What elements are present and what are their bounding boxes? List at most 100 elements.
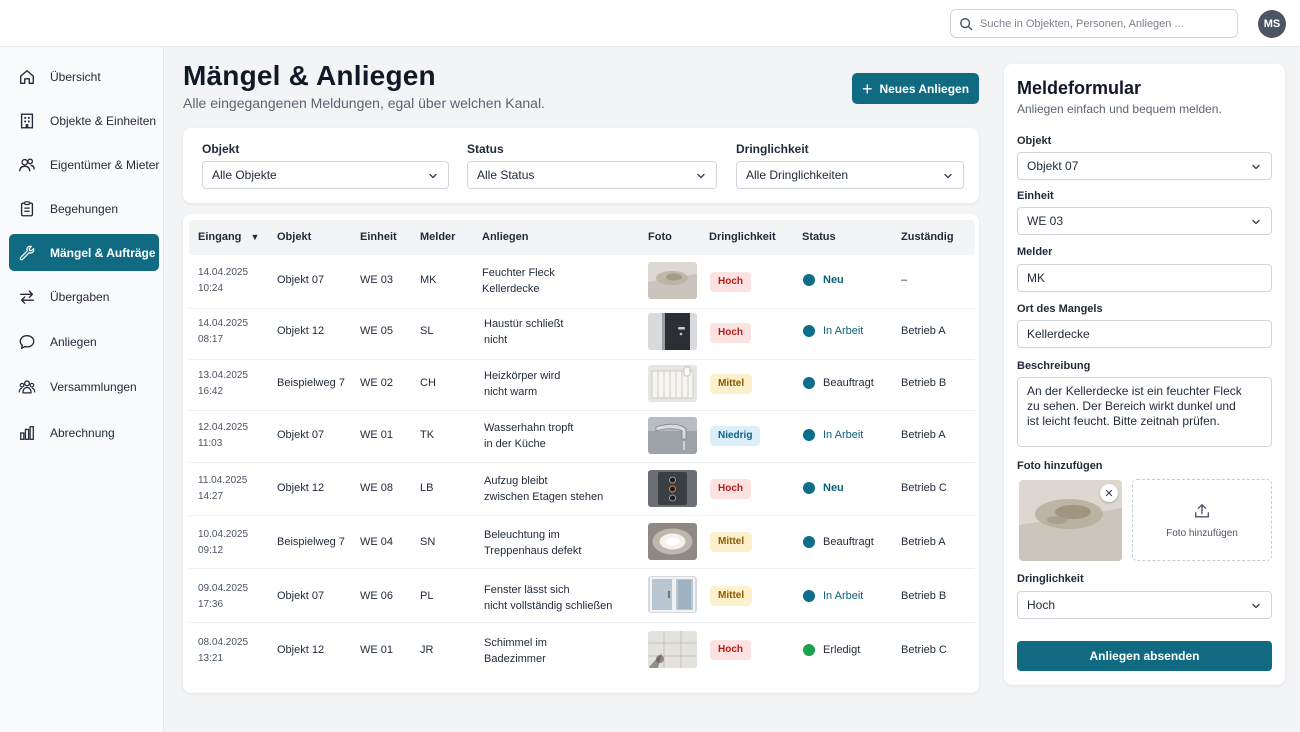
row-photo-damp-ceiling[interactable] — [648, 262, 697, 299]
sidebar-item-label: Versammlungen — [50, 379, 137, 394]
sidebar-item-objekte[interactable]: Objekte & Einheiten — [9, 102, 159, 139]
plus-icon: + — [861, 78, 873, 99]
table-row[interactable]: 14.04.2025 08:17 Objekt 12 WE 05 SL Haust… — [189, 307, 975, 360]
row-photo-mold[interactable] — [648, 631, 697, 668]
row-date: 12.04.2025 11:03 — [198, 422, 249, 449]
new-anliegen-button[interactable]: + Neues Anliegen — [852, 73, 979, 104]
row-zustaendig: Betrieb A — [901, 429, 946, 441]
row-objekt: Objekt 07 — [277, 429, 325, 441]
chevron-down-icon — [1252, 219, 1260, 225]
photo-upload-dropzone[interactable]: Foto hinzufügen — [1132, 479, 1272, 561]
row-photo-window[interactable] — [648, 576, 697, 613]
column-header-objekt: Objekt — [277, 231, 312, 243]
sidebar-item-label: Abrechnung — [50, 425, 115, 440]
row-photo-lamp[interactable] — [648, 523, 697, 560]
status-dot — [803, 482, 815, 494]
form-einheit-value: WE 03 — [1027, 214, 1064, 228]
row-melder: PL — [420, 590, 434, 602]
sidebar-item-uebersicht[interactable]: Übersicht — [9, 58, 159, 95]
row-zustaendig: Betrieb A — [901, 325, 946, 337]
search-box[interactable] — [950, 9, 1238, 38]
row-date: 10.04.2025 09:12 — [198, 529, 249, 556]
form-ort-label: Ort des Mangels — [1017, 303, 1103, 315]
status-indicator: Neu — [803, 482, 844, 494]
sidebar-item-maengel[interactable]: Mängel & Aufträge — [9, 234, 159, 271]
row-photo-door[interactable] — [648, 313, 697, 350]
form-melder-field[interactable]: MK — [1017, 264, 1272, 292]
form-dringlichkeit-label: Dringlichkeit — [1017, 573, 1084, 585]
filter-status-label: Status — [467, 142, 504, 156]
table-row[interactable]: 11.04.2025 14:27 Objekt 12 WE 08 LB Aufzu… — [189, 463, 975, 516]
row-photo-elevator[interactable] — [648, 470, 697, 507]
column-header-anliegen: Anliegen — [482, 231, 529, 243]
sort-desc-icon: ▼ — [250, 232, 260, 242]
sidebar-item-uebergaben[interactable]: Übergaben — [9, 278, 159, 315]
form-beschreibung-label: Beschreibung — [1017, 360, 1091, 372]
sidebar-item-anliegen[interactable]: Anliegen — [9, 323, 159, 360]
bar-chart-icon — [20, 425, 34, 440]
page-title: Mängel & Anliegen — [183, 60, 436, 91]
sidebar-item-abrechnung[interactable]: Abrechnung — [9, 414, 159, 451]
row-anliegen: Wasserhahn tropft in der Küche — [484, 422, 574, 450]
users-icon — [19, 157, 35, 171]
filter-objekt-select[interactable]: Alle Objekte — [202, 161, 449, 189]
row-einheit: WE 03 — [360, 274, 394, 286]
search-input[interactable] — [980, 17, 1220, 30]
filter-status-select[interactable]: Alle Status — [467, 161, 717, 189]
form-ort-field[interactable]: Kellerdecke — [1017, 320, 1272, 348]
row-photo-faucet[interactable] — [648, 417, 697, 454]
form-einheit-label: Einheit — [1017, 190, 1054, 202]
chevron-down-icon — [1252, 603, 1260, 609]
table-row[interactable]: 09.04.2025 17:36 Objekt 07 WE 06 PL Fenst… — [189, 570, 975, 623]
urgency-badge: Hoch — [710, 640, 751, 660]
form-ort-value: Kellerdecke — [1027, 327, 1090, 341]
form-melder-value: MK — [1027, 271, 1045, 285]
table-row[interactable]: 08.04.2025 13:21 Objekt 12 WE 01 JR Schim… — [189, 624, 975, 677]
column-header-foto: Foto — [648, 231, 672, 243]
column-header-zustaendig: Zuständig — [901, 231, 954, 243]
submit-anliegen-button[interactable]: Anliegen absenden — [1017, 641, 1272, 671]
column-header-eingang[interactable]: Eingang ▼ — [198, 220, 259, 255]
status-indicator: In Arbeit — [803, 325, 863, 337]
row-anliegen: Heizkörper wird nicht warm — [484, 370, 561, 398]
upload-icon — [1195, 503, 1209, 518]
filter-dringlichkeit-select[interactable]: Alle Dringlichkeiten — [736, 161, 964, 189]
avatar[interactable]: MS — [1258, 10, 1286, 38]
status-dot — [803, 590, 815, 602]
form-dringlichkeit-select[interactable]: Hoch — [1017, 591, 1272, 619]
sidebar-item-label: Anliegen — [50, 334, 97, 349]
row-objekt: Beispielweg 7 — [277, 377, 345, 389]
photo-upload-label: Foto hinzufügen — [1166, 527, 1238, 539]
table-row[interactable]: 13.04.2025 16:42 Beispielweg 7 WE 02 CH H… — [189, 358, 975, 411]
sidebar-item-versammlungen[interactable]: Versammlungen — [9, 368, 159, 405]
row-einheit: WE 05 — [360, 325, 394, 337]
table-row[interactable]: 14.04.2025 10:24 Objekt 07 WE 03 MK Feuch… — [189, 256, 975, 309]
row-anliegen: Aufzug bleibt zwischen Etagen stehen — [484, 475, 604, 503]
row-zustaendig: Betrieb A — [901, 536, 946, 548]
sidebar-item-eigentuemer[interactable]: Eigentümer & Mieter — [9, 146, 159, 183]
chevron-down-icon — [697, 173, 705, 179]
form-einheit-select[interactable]: WE 03 — [1017, 207, 1272, 235]
row-einheit: WE 01 — [360, 644, 394, 656]
urgency-badge: Hoch — [710, 272, 751, 292]
row-einheit: WE 08 — [360, 482, 394, 494]
row-zustaendig: Betrieb C — [901, 644, 947, 656]
form-beschreibung-textarea[interactable]: An der Kellerdecke ist ein feuchter Flec… — [1017, 377, 1272, 447]
row-melder: CH — [420, 377, 436, 389]
chevron-down-icon — [429, 173, 437, 179]
table-row[interactable]: 12.04.2025 11:03 Objekt 07 WE 01 TK Wasse… — [189, 410, 975, 463]
filter-objekt-value: Alle Objekte — [212, 168, 277, 182]
row-photo-radiator[interactable] — [648, 365, 697, 402]
row-melder: MK — [420, 274, 437, 286]
remove-photo-close-icon[interactable]: ✕ — [1100, 484, 1118, 502]
table-row[interactable]: 10.04.2025 09:12 Beispielweg 7 WE 04 SN B… — [189, 516, 975, 569]
filter-dringlichkeit-value: Alle Dringlichkeiten — [746, 168, 849, 182]
form-objekt-label: Objekt — [1017, 135, 1052, 147]
form-objekt-select[interactable]: Objekt 07 — [1017, 152, 1272, 180]
status-indicator: Beauftragt — [803, 377, 874, 389]
sidebar-item-begehungen[interactable]: Begehungen — [9, 190, 159, 227]
row-einheit: WE 04 — [360, 536, 394, 548]
urgency-badge: Mittel — [710, 586, 753, 606]
row-objekt: Beispielweg 7 — [277, 536, 345, 548]
row-date: 13.04.2025 16:42 — [198, 370, 249, 397]
